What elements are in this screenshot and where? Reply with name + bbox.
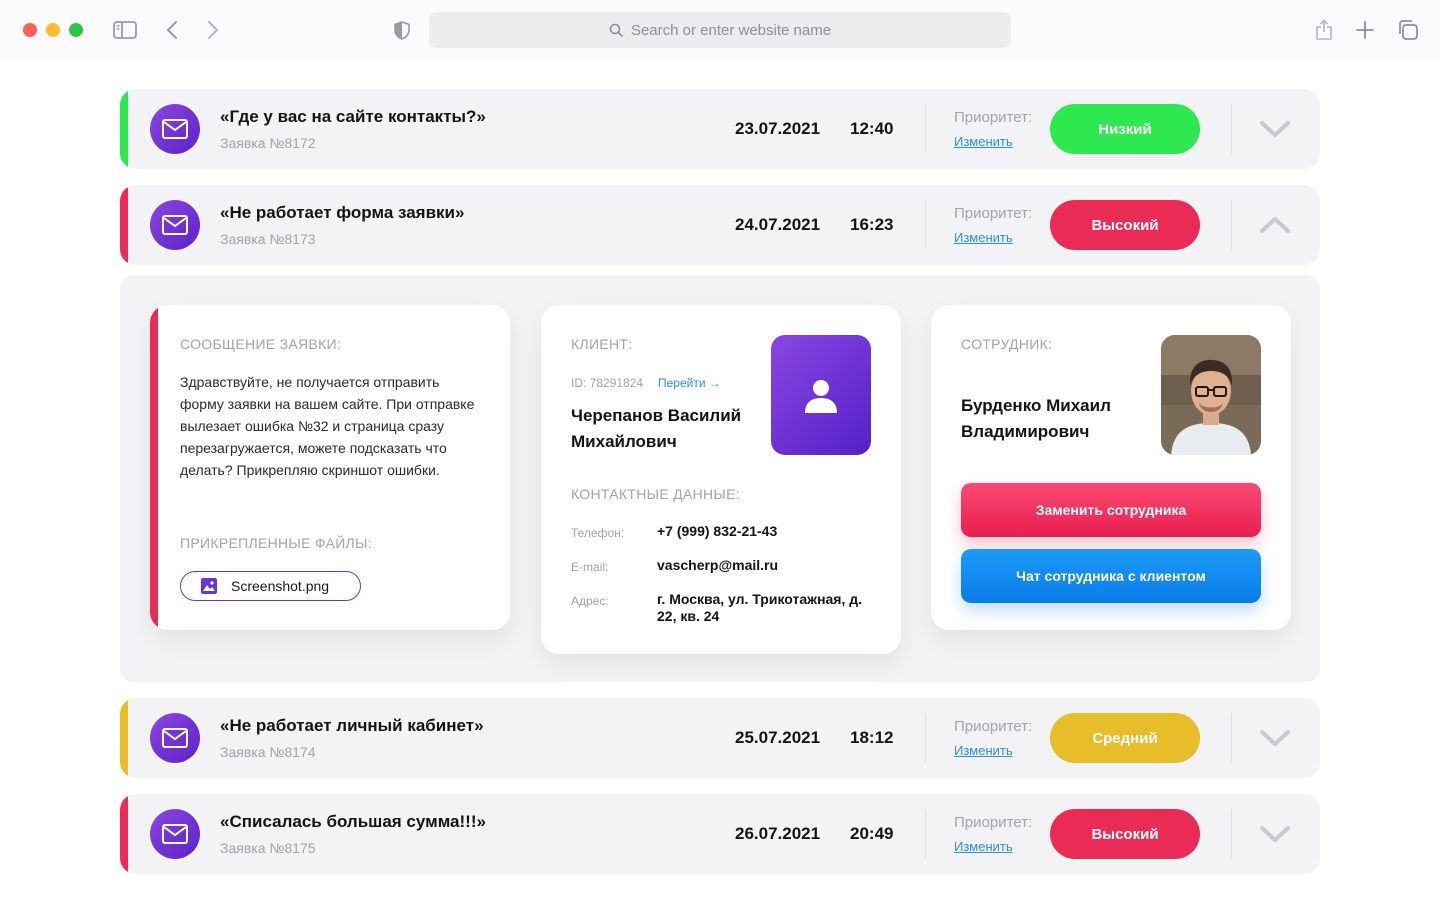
ticket-priority-bar (120, 698, 128, 778)
ticket-title: «Не работает форма заявки» (220, 203, 465, 222)
ticket-title: «Не работает личный кабинет» (220, 716, 484, 735)
client-id: ID: 78291824 (571, 376, 644, 390)
replace-employee-button[interactable]: Заменить сотрудника (961, 483, 1261, 537)
address-bar-placeholder: Search or enter website name (630, 21, 832, 39)
client-name-first: Черепанов Василий (571, 406, 742, 425)
ticket-date: 24.07.2021 (735, 215, 821, 234)
address-bar[interactable]: Search or enter website name (429, 12, 1011, 48)
chevron-up-icon[interactable] (1258, 213, 1292, 237)
divider (1231, 713, 1232, 763)
browser-toolbar: Search or enter website name (0, 0, 1440, 60)
share-icon[interactable] (1313, 18, 1335, 42)
staff-name-last: Владимирович (961, 422, 1090, 441)
change-priority-link[interactable]: Изменить (954, 230, 1013, 245)
attachments-heading: ПРИКРЕПЛЕННЫЕ ФАЙЛЫ: (180, 535, 372, 551)
ticket-row[interactable]: «Не работает личный кабинет» Заявка №817… (120, 698, 1320, 778)
back-icon[interactable] (163, 18, 181, 42)
ticket-date: 26.07.2021 (735, 824, 821, 843)
priority-badge[interactable]: Высокий (1050, 809, 1200, 859)
phone-value: +7 (999) 832-21-43 (657, 523, 778, 539)
priority-badge[interactable]: Низкий (1050, 104, 1200, 154)
search-icon (609, 23, 623, 37)
attachment-file[interactable]: Screenshot.png (180, 571, 361, 601)
close-window-button[interactable] (23, 23, 37, 37)
priority-label: Приоритет: (954, 814, 1033, 831)
envelope-icon (150, 713, 200, 763)
ticket-row[interactable]: «Не работает форма заявки» Заявка №8173 … (120, 185, 1320, 265)
divider (925, 200, 926, 250)
minimize-window-button[interactable] (46, 23, 60, 37)
image-file-icon (201, 578, 217, 594)
ticket-priority-bar (120, 794, 128, 874)
divider (925, 809, 926, 859)
ticket-details-panel: СООБЩЕНИЕ ЗАЯВКИ: Здравствуйте, не получ… (120, 275, 1320, 682)
user-avatar-icon (771, 335, 871, 455)
ticket-time: 20:49 (850, 824, 894, 843)
ticket-time: 18:12 (850, 728, 894, 747)
open-client-link[interactable]: Перейти → (658, 376, 721, 390)
envelope-icon (150, 809, 200, 859)
message-card: СООБЩЕНИЕ ЗАЯВКИ: Здравствуйте, не получ… (150, 305, 510, 630)
change-priority-link[interactable]: Изменить (954, 134, 1013, 149)
priority-label: Приоритет: (954, 718, 1033, 735)
ticket-date: 25.07.2021 (735, 728, 821, 747)
priority-accent-bar (150, 305, 158, 630)
ticket-time: 12:40 (850, 119, 894, 138)
ticket-priority-bar (120, 185, 128, 265)
ticket-number: Заявка №8174 (220, 744, 316, 760)
envelope-icon (150, 104, 200, 154)
divider (1231, 809, 1232, 859)
email-label: E-mail: (571, 560, 609, 574)
message-text: Здравствуйте, не получается отправить фо… (180, 374, 475, 478)
ticket-title: «Списалась большая сумма!!!» (220, 812, 486, 831)
ticket-row[interactable]: «Где у вас на сайте контакты?» Заявка №8… (120, 89, 1320, 169)
forward-icon[interactable] (204, 18, 222, 42)
chevron-down-icon[interactable] (1258, 117, 1292, 141)
sidebar-toggle-icon[interactable] (113, 18, 137, 42)
ticket-time: 16:23 (850, 215, 894, 234)
ticket-priority-bar (120, 89, 128, 169)
phone-label: Телефон: (571, 526, 625, 540)
zoom-window-button[interactable] (69, 23, 83, 37)
divider (1231, 200, 1232, 250)
client-name-last: Михайлович (571, 432, 677, 451)
ticket-number: Заявка №8175 (220, 840, 316, 856)
envelope-icon (150, 200, 200, 250)
new-tab-icon[interactable] (1354, 18, 1376, 42)
change-priority-link[interactable]: Изменить (954, 743, 1013, 758)
ticket-row[interactable]: «Списалась большая сумма!!!» Заявка №817… (120, 794, 1320, 874)
staff-heading: СОТРУДНИК: (961, 336, 1053, 352)
divider (925, 713, 926, 763)
message-heading: СООБЩЕНИЕ ЗАЯВКИ: (180, 336, 342, 352)
staff-name-first: Бурденко Михаил (961, 396, 1111, 415)
client-card: КЛИЕНТ: ID: 78291824 Перейти → Черепанов… (541, 305, 901, 654)
employee-client-chat-button[interactable]: Чат сотрудника с клиентом (961, 549, 1261, 603)
ticket-date: 23.07.2021 (735, 119, 821, 138)
priority-label: Приоритет: (954, 109, 1033, 126)
address-value: г. Москва, ул. Трикотажная, д. 22, кв. 2… (657, 591, 863, 624)
ticket-number: Заявка №8172 (220, 135, 316, 151)
staff-photo (1161, 335, 1261, 455)
tab-overview-icon[interactable] (1396, 18, 1420, 42)
chevron-down-icon[interactable] (1258, 822, 1292, 846)
priority-label: Приоритет: (954, 205, 1033, 222)
address-label: Адрес: (571, 594, 609, 608)
attachment-name: Screenshot.png (231, 578, 330, 594)
priority-badge[interactable]: Средний (1050, 713, 1200, 763)
ticket-number: Заявка №8173 (220, 231, 316, 247)
change-priority-link[interactable]: Изменить (954, 839, 1013, 854)
client-heading: КЛИЕНТ: (571, 336, 633, 352)
email-value: vascherp@mail.ru (657, 557, 779, 573)
divider (1231, 104, 1232, 154)
staff-card: СОТРУДНИК: Бурденко Михаил Владимирович … (931, 305, 1291, 630)
priority-badge[interactable]: Высокий (1050, 200, 1200, 250)
divider (925, 104, 926, 154)
contacts-heading: КОНТАКТНЫЕ ДАННЫЕ: (571, 486, 740, 502)
ticket-title: «Где у вас на сайте контакты?» (220, 107, 486, 126)
privacy-shield-icon[interactable] (393, 18, 411, 42)
chevron-down-icon[interactable] (1258, 726, 1292, 750)
